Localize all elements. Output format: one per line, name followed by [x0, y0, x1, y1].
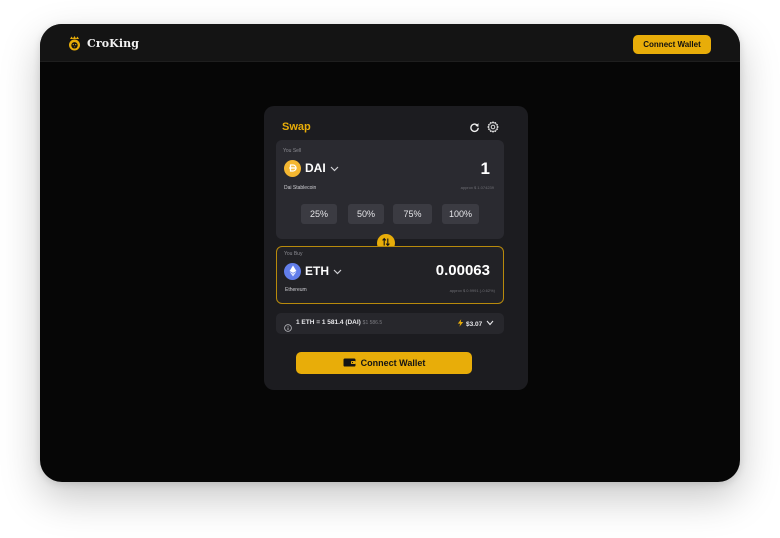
sell-token-symbol: DAI: [305, 161, 326, 175]
swap-card: Swap You Sell DAI 1 Dai Stablecoin appro…: [264, 106, 528, 390]
chevron-down-icon: [330, 159, 339, 177]
chevron-down-icon[interactable]: [486, 320, 494, 328]
refresh-icon[interactable]: [468, 121, 480, 133]
percent-100-button[interactable]: 100%: [442, 204, 479, 224]
brand[interactable]: CroKing: [66, 35, 139, 52]
exchange-rate-usd: $1 586.5: [362, 320, 383, 326]
chevron-down-icon: [333, 262, 342, 280]
percent-25-button[interactable]: 25%: [301, 204, 337, 224]
gas-fee-value: $3.07: [466, 320, 483, 328]
exchange-rate-value: 1 ETH = 1 581.4 (DAI): [296, 319, 361, 326]
lightning-icon: [457, 319, 464, 329]
rate-info-row[interactable]: 1 ETH = 1 581.4 (DAI) $1 586.5 $3.07: [276, 313, 504, 334]
sell-token-select[interactable]: DAI: [284, 159, 339, 177]
wallet-icon: [343, 358, 356, 369]
exchange-rate: 1 ETH = 1 581.4 (DAI) $1 586.5: [296, 319, 382, 326]
buy-panel: You Buy ETH 0.00063 Ethereum approx $ 0.…: [276, 246, 504, 304]
app-window: CroKing Connect Wallet Swap You Sell DAI…: [40, 24, 740, 482]
connect-wallet-label: Connect Wallet: [360, 358, 426, 368]
percent-75-button[interactable]: 75%: [393, 204, 432, 224]
buy-token-name: Ethereum: [285, 287, 307, 293]
gear-icon[interactable]: [487, 121, 499, 133]
connect-wallet-header-button[interactable]: Connect Wallet: [633, 35, 711, 54]
buy-amount: 0.00063: [435, 262, 490, 279]
sell-panel: You Sell DAI 1 Dai Stablecoin approx $ 1…: [276, 140, 504, 239]
ethereum-token-icon: [284, 262, 301, 280]
dai-token-icon: [284, 159, 301, 177]
top-navbar: CroKing Connect Wallet: [40, 24, 740, 62]
buy-token-select[interactable]: ETH: [284, 262, 342, 280]
buy-token-symbol: ETH: [305, 264, 329, 278]
percent-50-button[interactable]: 50%: [348, 204, 384, 224]
sell-token-name: Dai Stablecoin: [284, 185, 317, 191]
info-icon: [284, 319, 292, 337]
sell-label: You Sell: [283, 148, 302, 154]
sell-approx-value: approx $ 1.074239: [460, 185, 494, 190]
lion-crown-logo-icon: [66, 35, 83, 52]
gas-fee: $3.07: [457, 319, 494, 329]
buy-label: You Buy: [284, 251, 303, 257]
sell-amount-input[interactable]: 1: [481, 159, 490, 179]
connect-wallet-button[interactable]: Connect Wallet: [296, 352, 472, 374]
buy-approx-value: approx $ 0.9991 (-0.62%): [449, 288, 495, 293]
swap-title: Swap: [282, 121, 311, 133]
brand-name: CroKing: [87, 37, 140, 50]
